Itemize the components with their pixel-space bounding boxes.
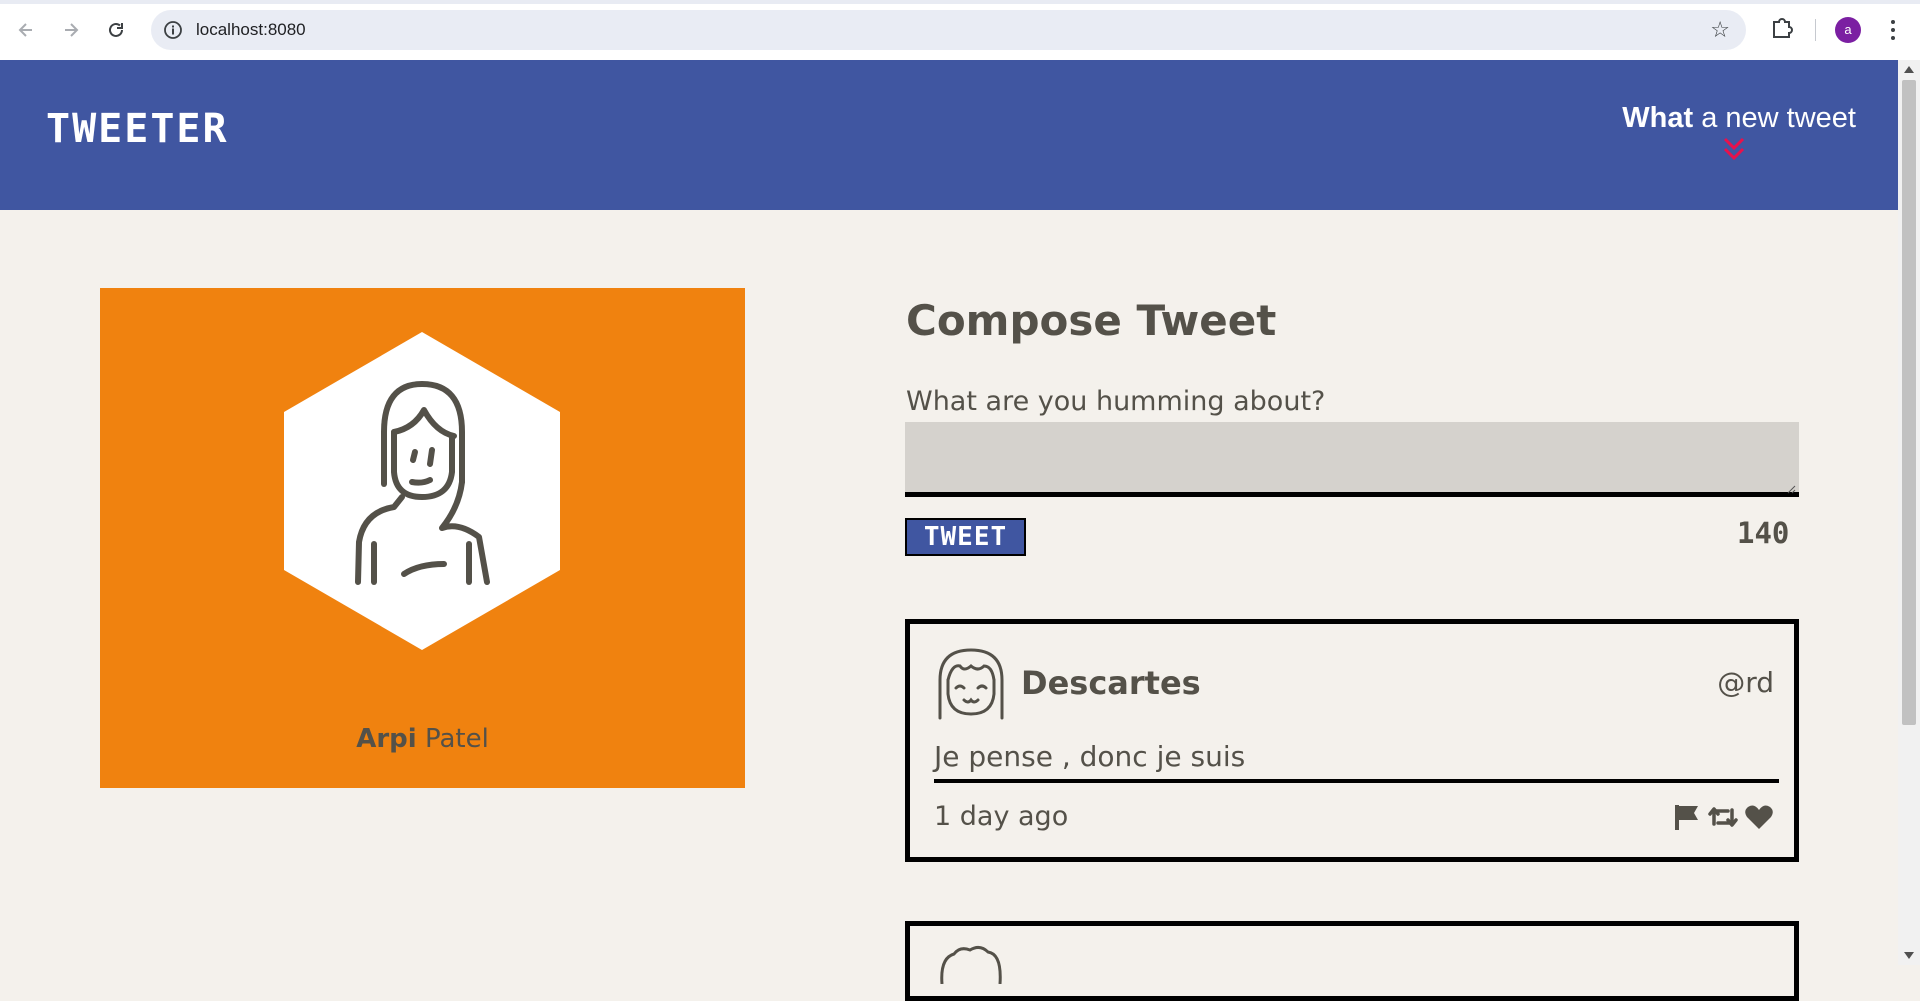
new-tweet-toggle[interactable]: What a new tweet (1622, 102, 1856, 135)
tweet-textarea[interactable] (905, 422, 1799, 497)
scroll-up-arrow[interactable] (1904, 66, 1914, 73)
scrollbar-thumb[interactable] (1902, 80, 1916, 725)
tweet-button[interactable]: TWEET (905, 518, 1026, 556)
profile-avatar[interactable]: a (1835, 17, 1861, 43)
profile-name: Arpi Patel (100, 724, 745, 754)
compose-title: Compose Tweet (906, 296, 1277, 345)
toolbar-divider (1815, 19, 1816, 41)
bookmark-star-icon[interactable]: ☆ (1710, 18, 1730, 43)
tweet-divider (934, 779, 1779, 783)
brand-logo[interactable]: TWEETER (46, 106, 229, 152)
resize-grip-icon[interactable] (1786, 484, 1796, 494)
page-scrollbar[interactable] (1898, 60, 1920, 965)
address-bar[interactable]: localhost:8080 ☆ (151, 10, 1746, 50)
extensions-icon[interactable] (1768, 14, 1796, 42)
new-tweet-rest: a new tweet (1693, 102, 1856, 134)
tweet-content: Je pense , donc je suis (934, 740, 1246, 773)
double-chevron-down-icon[interactable] (1722, 135, 1746, 167)
heart-icon[interactable] (1744, 802, 1774, 832)
flag-icon[interactable] (1672, 802, 1702, 832)
back-arrow-icon[interactable] (10, 14, 42, 46)
compose-label: What are you humming about? (906, 386, 1326, 417)
page-header: TWEETER What a new tweet (0, 60, 1898, 210)
tweet-timestamp: 1 day ago (934, 801, 1069, 832)
character-counter: 140 (1737, 516, 1790, 550)
profile-card: Arpi Patel (100, 288, 745, 788)
site-info-icon[interactable] (163, 20, 183, 40)
url-text[interactable]: localhost:8080 (196, 20, 306, 40)
profile-first-name: Arpi (356, 724, 417, 754)
tweet-author-handle: @rd (1717, 666, 1774, 699)
retweet-icon[interactable] (1708, 802, 1738, 832)
profile-last-name: Patel (424, 724, 489, 754)
browser-menu-icon[interactable] (1883, 15, 1903, 45)
new-tweet-bold: What (1622, 102, 1694, 134)
tweet-avatar-icon (940, 945, 1002, 984)
browser-toolbar: localhost:8080 ☆ a (0, 0, 1920, 60)
tab-strip-edge (0, 0, 1920, 4)
forward-arrow-icon[interactable] (55, 14, 87, 46)
tweet-avatar-icon (938, 648, 1004, 720)
tweet-card: Descartes @rd Je pense , donc je suis 1 … (905, 619, 1799, 862)
tweet-author-name: Descartes (1021, 664, 1201, 702)
tweet-actions (1672, 802, 1774, 832)
scroll-down-arrow[interactable] (1904, 952, 1914, 959)
profile-avatar-hexagon (284, 332, 560, 650)
reload-icon[interactable] (100, 14, 132, 46)
tweet-card-partial (905, 921, 1799, 1001)
